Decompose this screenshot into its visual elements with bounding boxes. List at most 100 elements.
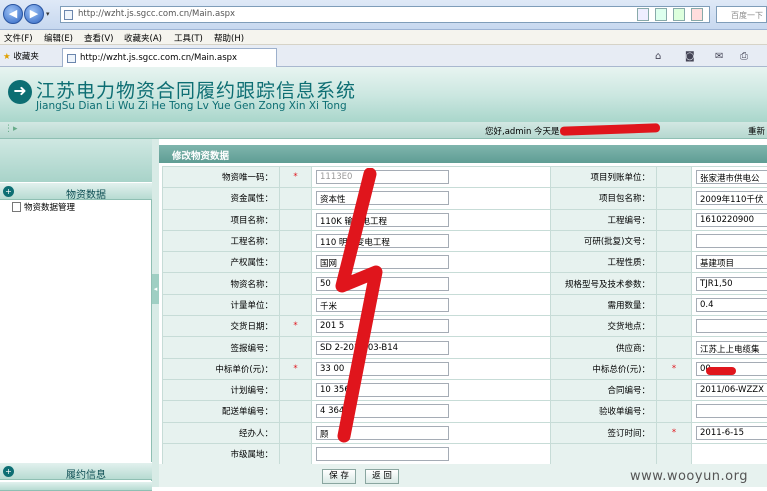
form-row: 资金属性：资本性项目包名称：2009年110千伏 [163,188,767,209]
required-mark [280,443,312,464]
form-title: 修改物资数据 [159,145,767,163]
url-input[interactable]: http://wzht.js.sgcc.com.cn/Main.aspx [60,6,710,23]
compat-view-icon[interactable] [655,8,667,21]
field-value-cell: 2011-6-15 [692,422,767,443]
field-value-cell: 0.4 [692,294,767,315]
sidebar-item-material-data[interactable]: 物资数据管理 [12,201,75,213]
save-button[interactable]: 保 存 [322,469,356,484]
required-mark [657,443,692,464]
stop-icon[interactable] [691,8,703,21]
field-input[interactable]: 0.4 [696,298,767,312]
form-row: 配送单编号：4 36462验收单编号： [163,401,767,422]
sidebar-section-materials[interactable]: + 物资数据 [0,182,152,200]
required-mark [280,379,312,400]
required-mark [280,337,312,358]
history-dropdown-icon[interactable]: ▾ [46,10,50,18]
relogin-link[interactable]: 重新 [748,125,765,137]
field-value-cell: 张家港市供电公 [692,167,767,188]
required-mark: * [657,422,692,443]
form-row: 计划编号：10 356合同编号：2011/06-WZZX [163,379,767,400]
menu-tools[interactable]: 工具(T) [174,32,203,44]
field-value-cell: TJR1,50 [692,273,767,294]
browser-tab[interactable]: http://wzht.js.sgcc.com.cn/Main.aspx [62,48,277,67]
collapse-arrow-icon[interactable]: ◂ [152,274,159,304]
field-label: 规格型号及技术参数： [551,273,657,294]
field-label: 中标单价(元)： [163,358,280,379]
form-row: 产权属性：国网工程性质：基建项目 [163,252,767,273]
field-label: 工程性质： [551,252,657,273]
field-label: 签订时间： [551,422,657,443]
menu-help[interactable]: 帮助(H) [214,32,244,44]
form-row: 中标单价(元)：*33 00中标总价(元)：* 00 [163,358,767,379]
field-value-cell: 2009年110千伏 [692,188,767,209]
app-subtitle: JiangSu Dian Li Wu Zi He Tong Lv Yue Gen… [36,100,347,112]
field-label: 验收单编号： [551,401,657,422]
arrow-logo-icon: ➜ [8,80,32,104]
required-mark [657,209,692,230]
field-label: 签报编号： [163,337,280,358]
field-input[interactable] [696,404,767,418]
refresh-icon[interactable] [673,8,685,21]
menu-view[interactable]: 查看(V) [84,32,113,44]
required-mark [280,273,312,294]
field-input[interactable]: 江苏上上电缆集 [696,341,767,355]
menu-favorites[interactable]: 收藏夹(A) [124,32,162,44]
mail-icon[interactable]: ✉ [715,51,723,62]
menu-edit[interactable]: 编辑(E) [44,32,73,44]
sidebar-section-performance[interactable]: + 履约信息 [0,462,152,480]
splitter-handle-icon[interactable]: ⋮▸ [4,124,18,134]
tab-bar: ★ 收藏夹 http://wzht.js.sgcc.com.cn/Main.as… [0,45,767,67]
field-input[interactable]: 1610220900 [696,213,767,227]
document-icon [12,202,21,212]
print-icon[interactable]: ⎙ [740,51,748,62]
sidebar-item-label: 物资数据管理 [24,203,75,213]
home-icon[interactable]: ⌂ [655,51,661,62]
search-input[interactable]: 百度一下 [716,6,767,23]
required-mark: * [280,358,312,379]
field-label: 需用数量： [551,294,657,315]
field-value-cell: 基建项目 [692,252,767,273]
field-label: 合同编号： [551,379,657,400]
field-value-cell [692,443,767,464]
sidebar-section-more[interactable] [0,481,152,491]
form-row: 签报编号：SD 2-2011-03-B14供应商：江苏上上电缆集 [163,337,767,358]
field-label: 可研(批复)文号： [551,230,657,251]
field-value-cell [692,401,767,422]
field-input[interactable]: TJR1,50 [696,277,767,291]
browser-address-bar: ◀ ▶ ▾ http://wzht.js.sgcc.com.cn/Main.as… [0,0,767,30]
required-mark [657,252,692,273]
field-input[interactable] [696,319,767,333]
field-input[interactable]: 2009年110千伏 [696,191,767,205]
field-label: 供应商： [551,337,657,358]
field-value-cell: 2011/06-WZZX [692,379,767,400]
favorites-button[interactable]: ★ 收藏夹 [3,50,39,62]
required-mark [657,273,692,294]
field-value-cell: 江苏上上电缆集 [692,337,767,358]
favorites-label: 收藏夹 [13,52,39,62]
field-label: 工程名称： [163,230,280,251]
forward-icon[interactable]: ▶ [24,4,44,24]
tab-title: http://wzht.js.sgcc.com.cn/Main.aspx [80,53,237,63]
field-input[interactable] [696,234,767,248]
field-input[interactable]: 2011-6-15 [696,426,767,440]
field-label: 资金属性： [163,188,280,209]
dropdown-icon[interactable] [637,8,649,21]
sidebar: + 物资数据 物资数据管理 + 履约信息 [0,139,152,487]
field-input[interactable]: 基建项目 [696,255,767,269]
main-content: 修改物资数据 物资唯一码：*1113E0项目列账单位：张家港市供电公资金属性：资… [159,139,767,487]
feeds-icon[interactable]: ◙ [685,51,695,62]
star-icon: ★ [3,52,11,62]
form-row: 物资名称：50规格型号及技术参数：TJR1,50 [163,273,767,294]
field-input[interactable] [316,447,449,461]
field-label: 交货日期： [163,316,280,337]
back-button[interactable]: 返 回 [365,469,399,484]
sidebar-splitter[interactable]: ◂ [152,139,159,487]
redaction-scribble [320,168,390,443]
form-row: 计量单位：千米需用数量：0.4 [163,294,767,315]
back-icon[interactable]: ◀ [3,4,23,24]
field-input[interactable]: 张家港市供电公 [696,170,767,184]
required-mark [657,230,692,251]
menu-file[interactable]: 文件(F) [4,32,33,44]
field-input[interactable]: 2011/06-WZZX [696,383,767,397]
field-label: 中标总价(元)： [551,358,657,379]
